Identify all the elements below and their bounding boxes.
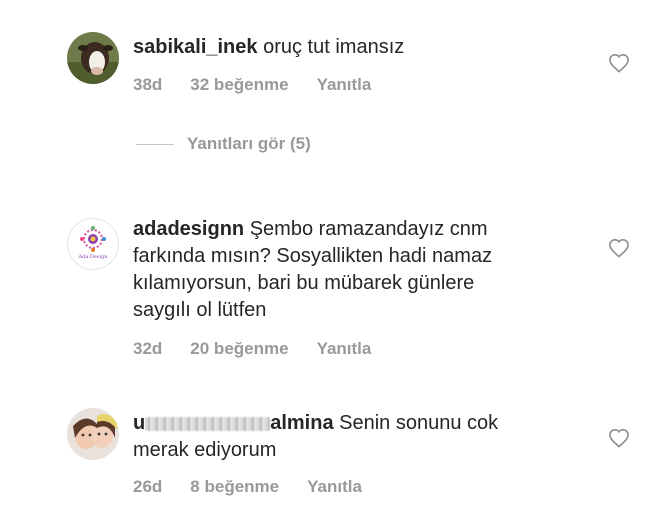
divider-line — [136, 143, 174, 145]
view-replies-button[interactable]: Yanıtları gör (5) — [136, 134, 311, 154]
avatar[interactable]: Ada Design — [67, 218, 119, 270]
avatar[interactable] — [67, 32, 119, 84]
username[interactable]: sabikali_inek — [133, 36, 258, 58]
username[interactable]: adadesignn — [133, 218, 244, 240]
comment-message: oruç tut imansız — [257, 36, 405, 58]
comment-line-4: saygılı ol lütfen — [133, 299, 267, 321]
reply-button[interactable]: Yanıtla — [317, 75, 372, 95]
comment-meta: 32d 20 beğenme Yanıtla — [133, 339, 371, 359]
reply-button[interactable]: Yanıtla — [317, 339, 372, 359]
heart-outline-icon[interactable] — [608, 428, 630, 448]
view-replies-label[interactable]: Yanıtları gör (5) — [187, 134, 311, 154]
comment-line-2: farkında mısın? Sosyallikten hadi namaz — [133, 245, 493, 267]
reply-button[interactable]: Yanıtla — [307, 477, 362, 497]
username-prefix: u — [133, 412, 146, 434]
likes-count[interactable]: 32 beğenme — [190, 75, 288, 95]
comment-line-2: merak ediyorum — [133, 439, 277, 461]
comment-meta: 26d 8 beğenme Yanıtla — [133, 477, 362, 497]
comment-line-1: Şembo ramazandayız cnm — [244, 218, 488, 240]
comment-age: 26d — [133, 477, 163, 496]
avatar-logo-text: Ada Design — [78, 254, 109, 260]
likes-count[interactable]: 8 beğenme — [190, 477, 279, 497]
comment-text: u almina Senin sonunu cok merak ediyorum — [133, 410, 573, 464]
username-suffix: almina — [270, 412, 334, 434]
blurred-username-part — [145, 416, 271, 431]
comment-meta: 38d 32 beğenme Yanıtla — [133, 75, 371, 95]
avatar[interactable] — [67, 408, 119, 460]
comment-age: 38d — [133, 75, 163, 94]
heart-outline-icon[interactable] — [608, 238, 630, 258]
comment-line-3: kılamıyorsun, bari bu mübarek günlere — [133, 272, 475, 294]
username[interactable]: u almina — [133, 412, 334, 434]
likes-count[interactable]: 20 beğenme — [190, 339, 288, 359]
comment-line-1: Senin sonunu cok — [333, 412, 499, 434]
comment-text: sabikali_inek oruç tut imansız — [133, 34, 573, 61]
heart-outline-icon[interactable] — [608, 53, 630, 73]
comment-age: 32d — [133, 339, 163, 358]
comment-text: adadesignn Şembo ramazandayız cnm farkın… — [133, 216, 573, 324]
